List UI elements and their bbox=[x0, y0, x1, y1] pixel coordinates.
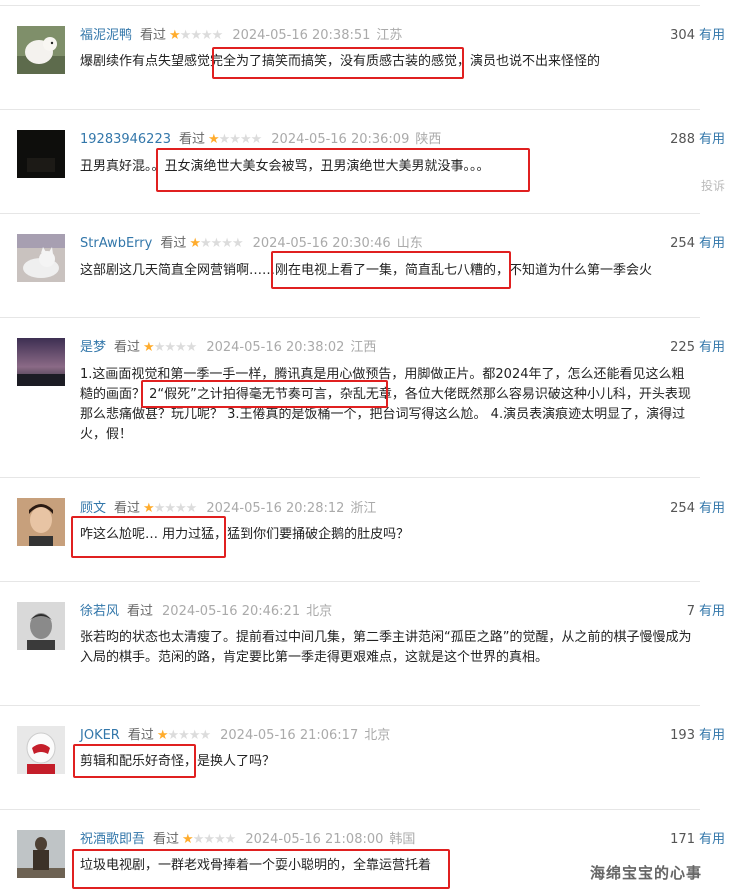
review-location: 陕西 bbox=[415, 132, 442, 147]
boy-avatar[interactable] bbox=[17, 602, 65, 650]
review-location: 韩国 bbox=[389, 832, 416, 847]
sky-avatar[interactable] bbox=[17, 338, 65, 386]
watched-label: 看过 bbox=[114, 501, 141, 516]
useful-button[interactable]: 有用 bbox=[699, 501, 725, 516]
username-link[interactable]: StrAwbErry bbox=[80, 236, 152, 251]
watched-label: 看过 bbox=[160, 236, 187, 251]
review-location: 山东 bbox=[396, 236, 423, 251]
review-time: 2024-05-16 21:08:00 bbox=[245, 832, 384, 847]
review-location: 北京 bbox=[306, 604, 333, 619]
rating-stars: ★★★★★ bbox=[208, 132, 262, 147]
review-location: 江苏 bbox=[376, 28, 403, 43]
review-time: 2024-05-16 20:36:09 bbox=[271, 132, 410, 147]
rating-stars: ★★★★★ bbox=[169, 28, 223, 43]
vote-count: 7 有用 bbox=[686, 604, 725, 619]
highlight-box bbox=[71, 516, 226, 558]
vote-count: 171 有用 bbox=[670, 832, 725, 847]
highlight-box bbox=[73, 744, 196, 778]
vote-count: 193 有用 bbox=[670, 728, 725, 743]
vote-count: 304 有用 bbox=[670, 28, 725, 43]
username-link[interactable]: 祝酒歌即吾 bbox=[80, 832, 145, 847]
highlight-box bbox=[72, 849, 450, 889]
review-location: 北京 bbox=[364, 728, 391, 743]
vote-count: 254 有用 bbox=[670, 501, 725, 516]
man-avatar[interactable] bbox=[17, 498, 65, 546]
review-text: 张若昀的状态也太清瘦了。提前看过中间几集，第二季主讲范闲“孤臣之路”的觉醒，从之… bbox=[80, 630, 692, 665]
useful-button[interactable]: 有用 bbox=[699, 728, 725, 743]
username-link[interactable]: 是梦 bbox=[80, 340, 106, 355]
username-link[interactable]: 19283946223 bbox=[80, 132, 171, 147]
cat-avatar[interactable] bbox=[17, 234, 65, 282]
watched-label: 看过 bbox=[178, 132, 205, 147]
review-meta: JOKER 看过 ★★★★★ 2024-05-16 21:06:17 北京 bbox=[80, 726, 390, 746]
watched-label: 看过 bbox=[153, 832, 180, 847]
username-link[interactable]: 福泥泥鸭 bbox=[80, 28, 132, 43]
review-location: 浙江 bbox=[350, 501, 377, 516]
useful-button[interactable]: 有用 bbox=[699, 236, 725, 251]
highlight-box bbox=[141, 380, 388, 408]
watched-label: 看过 bbox=[127, 604, 154, 619]
username-link[interactable]: 徐若风 bbox=[80, 604, 119, 619]
dark-avatar[interactable] bbox=[17, 130, 65, 178]
statue-avatar[interactable] bbox=[17, 830, 65, 878]
review-time: 2024-05-16 20:38:51 bbox=[232, 28, 371, 43]
rating-stars: ★★★★★ bbox=[182, 832, 236, 847]
vote-count: 225 有用 bbox=[670, 340, 725, 355]
review-meta: 19283946223 看过 ★★★★★ 2024-05-16 20:36:09 陕西 bbox=[80, 130, 441, 150]
username-link[interactable]: JOKER bbox=[80, 728, 120, 743]
lamb-avatar[interactable] bbox=[17, 26, 65, 74]
watched-label: 看过 bbox=[140, 28, 167, 43]
vote-count: 254 有用 bbox=[670, 236, 725, 251]
review-time: 2024-05-16 20:46:21 bbox=[162, 604, 301, 619]
useful-button[interactable]: 有用 bbox=[699, 832, 725, 847]
rating-stars: ★★★★★ bbox=[143, 501, 197, 516]
review-location: 江西 bbox=[350, 340, 377, 355]
review-time: 2024-05-16 20:28:12 bbox=[206, 501, 345, 516]
highlight-box bbox=[271, 251, 511, 289]
report-link[interactable]: 投诉 bbox=[701, 177, 725, 194]
review-meta: 福泥泥鸭 看过 ★★★★★ 2024-05-16 20:38:51 江苏 bbox=[80, 26, 402, 46]
helmet-avatar[interactable] bbox=[17, 726, 65, 774]
useful-button[interactable]: 有用 bbox=[699, 340, 725, 355]
highlight-box bbox=[212, 47, 464, 79]
useful-button[interactable]: 有用 bbox=[699, 132, 725, 147]
vote-count: 288 有用 bbox=[670, 132, 725, 147]
rating-stars: ★★★★★ bbox=[189, 236, 243, 251]
review-meta: 是梦 看过 ★★★★★ 2024-05-16 20:38:02 江西 bbox=[80, 338, 376, 358]
watched-label: 看过 bbox=[127, 728, 154, 743]
review-meta: 祝酒歌即吾 看过 ★★★★★ 2024-05-16 21:08:00 韩国 bbox=[80, 830, 415, 850]
watched-label: 看过 bbox=[114, 340, 141, 355]
rating-stars: ★★★★★ bbox=[156, 728, 211, 743]
useful-button[interactable]: 有用 bbox=[699, 604, 725, 619]
rating-stars: ★★★★★ bbox=[143, 340, 197, 355]
review-meta: 徐若风 看过 2024-05-16 20:46:21 北京 bbox=[80, 602, 332, 622]
useful-button[interactable]: 有用 bbox=[699, 28, 725, 43]
highlight-box bbox=[156, 148, 530, 192]
review-time: 2024-05-16 21:06:17 bbox=[220, 728, 359, 743]
review-time: 2024-05-16 20:38:02 bbox=[206, 340, 345, 355]
watermark: 海绵宝宝的心事 bbox=[590, 864, 703, 882]
review-time: 2024-05-16 20:30:46 bbox=[252, 236, 391, 251]
username-link[interactable]: 顾文 bbox=[80, 501, 106, 516]
